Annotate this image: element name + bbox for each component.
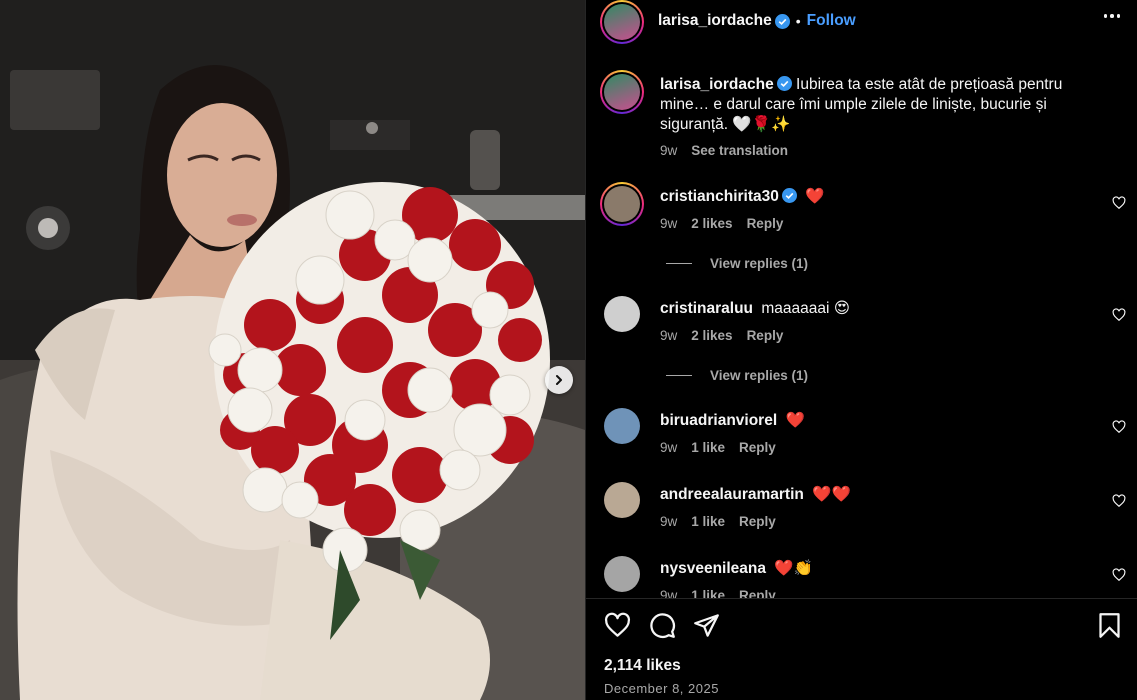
like-comment-heart-icon[interactable] bbox=[1112, 196, 1126, 210]
like-comment-heart-icon[interactable] bbox=[1112, 568, 1126, 582]
commenter-avatar[interactable] bbox=[604, 296, 640, 332]
comment-age: 9w bbox=[660, 216, 678, 231]
comment-likes[interactable]: 1 like bbox=[691, 440, 725, 455]
comment-text: ❤️❤️ bbox=[812, 486, 851, 503]
caption-avatar[interactable] bbox=[600, 70, 644, 114]
comment-likes[interactable]: 2 likes bbox=[691, 328, 732, 343]
comment-age: 9w bbox=[660, 588, 678, 598]
commenter-username[interactable]: cristinaraluu bbox=[660, 300, 753, 317]
comment-likes[interactable]: 1 like bbox=[691, 514, 725, 529]
commenter-avatar[interactable] bbox=[600, 182, 644, 226]
comment-bubble-icon[interactable] bbox=[649, 612, 676, 639]
commenter-avatar[interactable] bbox=[604, 556, 640, 592]
reply-button[interactable]: Reply bbox=[739, 588, 776, 598]
comment-text: ❤️👏 bbox=[774, 560, 813, 577]
view-replies-button[interactable]: View replies (1) bbox=[666, 256, 808, 271]
caption-username[interactable]: larisa_iordache bbox=[660, 76, 774, 93]
chevron-right-icon bbox=[556, 375, 562, 385]
reply-button[interactable]: Reply bbox=[747, 328, 784, 343]
post-date: December 8, 2025 bbox=[604, 681, 719, 696]
commenter-username[interactable]: biruadrianviorel bbox=[660, 412, 777, 429]
more-options-icon[interactable] bbox=[1103, 14, 1120, 18]
comment-text: ❤️ bbox=[805, 188, 825, 205]
photo-illustration bbox=[0, 0, 585, 700]
like-comment-heart-icon[interactable] bbox=[1112, 308, 1126, 322]
commenter-username[interactable]: cristianchirita30 bbox=[660, 188, 779, 205]
view-replies-label: View replies (1) bbox=[710, 368, 809, 383]
comment-age: 9w bbox=[660, 328, 678, 343]
comment-text: maaaaaai 😍 bbox=[761, 300, 850, 317]
post-side-panel: larisa_iordache • Follow larisa_iordache… bbox=[585, 0, 1137, 700]
post-photo bbox=[0, 0, 585, 700]
verified-badge-icon bbox=[781, 188, 797, 203]
comment-likes[interactable]: 1 like bbox=[691, 588, 725, 598]
author-avatar[interactable] bbox=[600, 0, 644, 44]
comments-list[interactable]: larisa_iordache Iubirea ta este atât de … bbox=[586, 44, 1137, 598]
like-comment-heart-icon[interactable] bbox=[1112, 494, 1126, 508]
reply-button[interactable]: Reply bbox=[739, 514, 776, 529]
view-replies-label: View replies (1) bbox=[710, 256, 809, 271]
see-translation-link[interactable]: See translation bbox=[691, 143, 788, 158]
commenter-avatar[interactable] bbox=[604, 482, 640, 518]
like-heart-icon[interactable] bbox=[604, 612, 631, 639]
view-replies-button[interactable]: View replies (1) bbox=[666, 368, 808, 383]
commenter-avatar[interactable] bbox=[604, 408, 640, 444]
separator-dot: • bbox=[795, 13, 801, 29]
caption-age: 9w bbox=[660, 143, 678, 158]
commenter-username[interactable]: andreealauramartin bbox=[660, 486, 804, 503]
author-username[interactable]: larisa_iordache bbox=[658, 12, 772, 30]
follow-button[interactable]: Follow bbox=[807, 12, 856, 30]
comment-age: 9w bbox=[660, 440, 678, 455]
comment-likes[interactable]: 2 likes bbox=[691, 216, 732, 231]
likes-count[interactable]: 2,114 likes bbox=[604, 657, 681, 675]
save-bookmark-icon[interactable] bbox=[1097, 612, 1122, 639]
verified-badge-icon bbox=[776, 76, 792, 91]
comment-text: ❤️ bbox=[785, 412, 805, 429]
reply-button[interactable]: Reply bbox=[747, 216, 784, 231]
post-header: larisa_iordache • Follow bbox=[586, 0, 1137, 44]
reply-button[interactable]: Reply bbox=[739, 440, 776, 455]
like-comment-heart-icon[interactable] bbox=[1112, 420, 1126, 434]
post-actions: 2,114 likes December 8, 2025 bbox=[586, 598, 1137, 700]
verified-badge-icon bbox=[774, 13, 790, 29]
comment-age: 9w bbox=[660, 514, 678, 529]
next-photo-button[interactable] bbox=[545, 366, 573, 394]
share-paper-plane-icon[interactable] bbox=[693, 612, 720, 639]
commenter-username[interactable]: nysveenileana bbox=[660, 560, 766, 577]
